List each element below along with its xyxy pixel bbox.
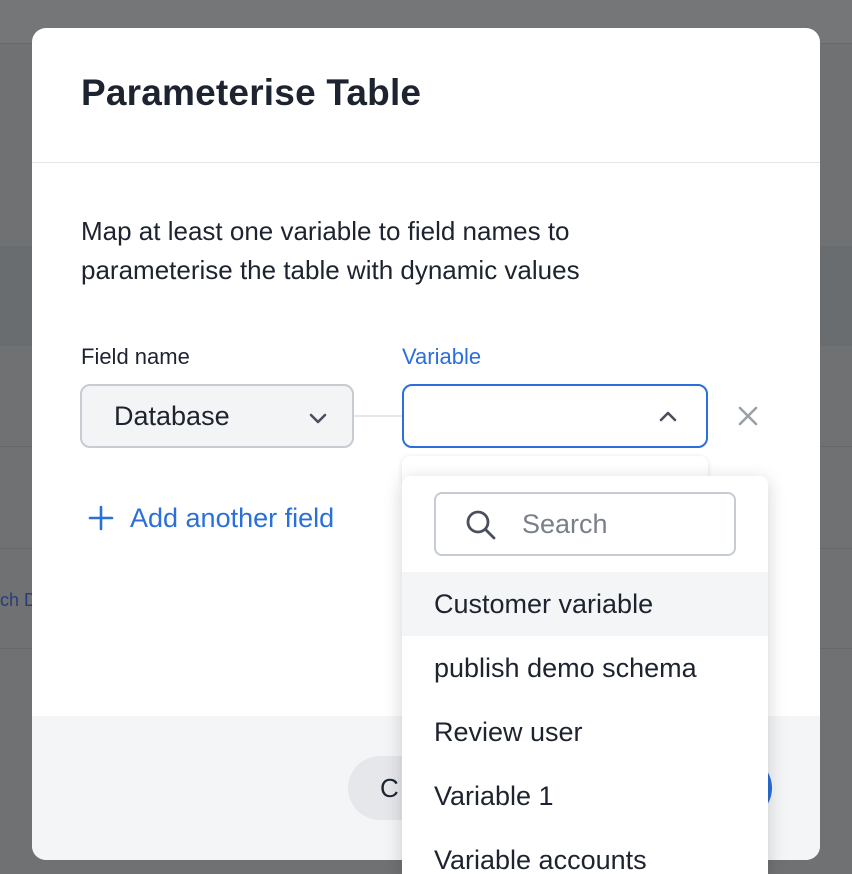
modal-divider [32,162,820,163]
field-name-select[interactable]: Database [80,384,354,448]
plus-icon [88,505,114,531]
dropdown-option[interactable]: Variable accounts [402,828,768,874]
add-another-field-label: Add another field [130,502,335,533]
field-name-value: Database [114,400,230,431]
dropdown-options: Customer variable publish demo schema Re… [402,572,768,874]
variable-label: Variable [402,344,482,369]
dropdown-option[interactable]: Variable 1 [402,764,768,828]
field-variable-connector [354,415,402,417]
dropdown-option[interactable]: publish demo schema [402,636,768,700]
search-icon [466,510,496,540]
chevron-down-icon [309,413,327,424]
field-name-label: Field name [81,344,190,369]
search-input[interactable] [522,504,722,544]
variable-select[interactable] [402,384,708,448]
add-another-field-button[interactable]: Add another field [88,498,334,538]
dropdown-search-box [434,492,736,556]
chevron-up-icon [659,411,677,422]
dropdown-option[interactable]: Review user [402,700,768,764]
modal-title: Parameterise Table [81,72,422,113]
modal-description: Map at least one variable to field names… [81,216,580,285]
cancel-button-label: C [380,772,399,803]
variable-dropdown-menu: Customer variable publish demo schema Re… [402,476,768,874]
dropdown-option[interactable]: Customer variable [402,572,768,636]
close-icon[interactable] [732,400,764,432]
